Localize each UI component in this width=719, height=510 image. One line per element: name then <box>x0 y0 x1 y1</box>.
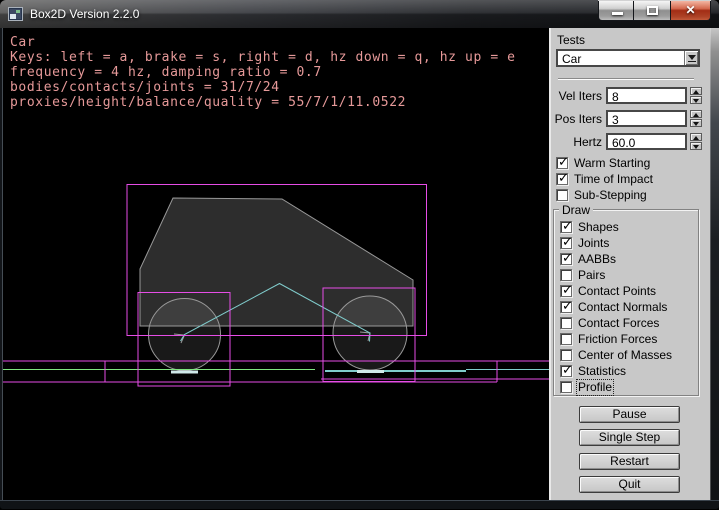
app-window: Box2D Version 2.2.0 Car Keys: left = a, … <box>0 0 719 510</box>
tests-label: Tests <box>557 33 585 47</box>
checkbox-label: Contact Forces <box>578 317 659 330</box>
vel-iters-input[interactable]: 8 <box>606 87 687 104</box>
vel-iters-stepper <box>690 87 702 104</box>
down-arrow-icon[interactable] <box>690 119 702 127</box>
down-arrow-icon[interactable] <box>690 96 702 104</box>
down-arrow-icon[interactable] <box>690 142 702 150</box>
frequency-text: frequency = 4 hz, damping ratio = 0.7 <box>10 65 516 80</box>
checkbox-box[interactable] <box>560 221 572 233</box>
dropdown-arrow-icon[interactable] <box>684 51 698 65</box>
checkbox-label: Pairs <box>578 269 605 282</box>
separator <box>558 78 694 80</box>
checkbox-label: Joints <box>578 237 609 250</box>
debug-info: Car Keys: left = a, brake = s, right = d… <box>10 35 516 110</box>
pos-iters-input[interactable]: 3 <box>606 110 687 127</box>
pos-iters-spinner-row: Pos Iters 3 <box>549 110 710 127</box>
checkbox-box[interactable] <box>560 333 572 345</box>
checkbox-label: Warm Starting <box>574 157 650 170</box>
checkbox-box[interactable] <box>560 365 572 377</box>
checkbox-label: Sub-Stepping <box>574 189 647 202</box>
checkbox-box[interactable] <box>560 301 572 313</box>
title-bar[interactable]: Box2D Version 2.2.0 <box>0 0 719 28</box>
minimize-icon <box>612 12 623 15</box>
vel-iters-label: Vel Iters <box>549 89 602 103</box>
pos-iters-label: Pos Iters <box>549 112 602 126</box>
keys-help-text: Keys: left = a, brake = s, right = d, hz… <box>10 50 516 65</box>
hertz-input[interactable]: 60.0 <box>606 133 687 150</box>
pos-iters-stepper <box>690 110 702 127</box>
maximize-button[interactable] <box>634 1 671 21</box>
checkbox-box[interactable] <box>560 253 572 265</box>
app-icon <box>8 7 23 21</box>
checkbox-box[interactable] <box>560 269 572 281</box>
checkbox-box[interactable] <box>560 317 572 329</box>
window-border-bottom <box>0 500 719 510</box>
checkbox-box[interactable] <box>560 381 572 393</box>
minimize-button[interactable] <box>598 1 634 21</box>
control-panel: Tests Car Vel Iters 8 Pos Iters 3 Hertz … <box>549 28 710 500</box>
hertz-stepper <box>690 133 702 150</box>
hertz-label: Hertz <box>549 135 602 149</box>
restart-button[interactable]: Restart <box>579 453 680 470</box>
checkbox-label: Shapes <box>578 221 619 234</box>
checkbox-box[interactable] <box>556 173 568 185</box>
close-button[interactable] <box>671 1 711 21</box>
window-title: Box2D Version 2.2.0 <box>30 7 139 21</box>
test-title-text: Car <box>10 35 516 50</box>
single-step-button[interactable]: Single Step <box>579 429 680 446</box>
checkbox-box[interactable] <box>560 349 572 361</box>
pause-button[interactable]: Pause <box>579 406 680 423</box>
close-icon <box>671 3 710 17</box>
checkbox-label: Center of Masses <box>578 349 672 362</box>
checkbox-box[interactable] <box>556 157 568 169</box>
checkbox-label: Statistics <box>578 365 626 378</box>
maximize-icon <box>647 6 658 15</box>
caption-buttons <box>598 0 711 21</box>
checkbox-box[interactable] <box>556 189 568 201</box>
up-arrow-icon[interactable] <box>690 133 702 141</box>
vel-iters-spinner-row: Vel Iters 8 <box>549 87 710 104</box>
simulation-canvas[interactable]: Car Keys: left = a, brake = s, right = d… <box>3 28 549 500</box>
hertz-spinner-row: Hertz 60.0 <box>549 133 710 150</box>
checkbox-label: Contact Points <box>578 285 656 298</box>
checkbox-label: Profile <box>578 381 612 394</box>
test-dropdown-value: Car <box>562 52 581 66</box>
proxies-stats-text: proxies/height/balance/quality = 55/7/1/… <box>10 95 516 110</box>
bodies-stats-text: bodies/contacts/joints = 31/7/24 <box>10 80 516 95</box>
draw-group-title: Draw <box>559 203 593 217</box>
quit-button[interactable]: Quit <box>579 476 680 493</box>
checkbox-label: Time of Impact <box>574 173 653 186</box>
checkbox-box[interactable] <box>560 285 572 297</box>
up-arrow-icon[interactable] <box>690 110 702 118</box>
window-border-right <box>710 28 719 500</box>
checkbox-label: AABBs <box>578 253 616 266</box>
checkbox-label: Friction Forces <box>578 333 657 346</box>
up-arrow-icon[interactable] <box>690 87 702 95</box>
checkbox-box[interactable] <box>560 237 572 249</box>
test-dropdown[interactable]: Car <box>556 49 700 67</box>
checkbox-label: Contact Normals <box>578 301 667 314</box>
